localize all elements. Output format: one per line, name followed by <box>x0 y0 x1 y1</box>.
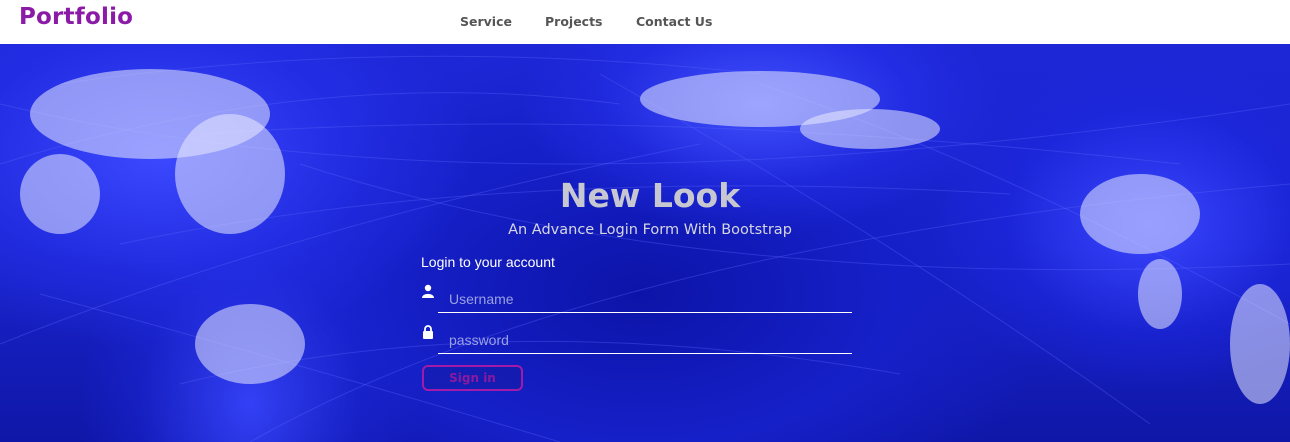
nav-link-service[interactable]: Service <box>460 14 512 29</box>
hero-title: New Look <box>559 176 741 215</box>
username-input[interactable] <box>438 285 852 313</box>
navbar: Portfolio Service Projects Contact Us <box>0 0 1290 44</box>
user-icon <box>422 284 434 298</box>
world-network-background <box>0 55 1290 442</box>
lock-icon <box>423 325 433 339</box>
nav-link-contact-us[interactable]: Contact Us <box>636 14 712 29</box>
hero-section: New Look An Advance Login Form With Boot… <box>0 44 1290 442</box>
hero-subtitle: An Advance Login Form With Bootstrap <box>508 222 792 238</box>
nav-link-projects[interactable]: Projects <box>545 14 603 29</box>
sign-in-button[interactable]: Sign in <box>422 365 523 391</box>
brand-logo[interactable]: Portfolio <box>19 4 133 30</box>
login-heading: Login to your account <box>421 254 555 270</box>
password-input[interactable] <box>438 326 852 354</box>
